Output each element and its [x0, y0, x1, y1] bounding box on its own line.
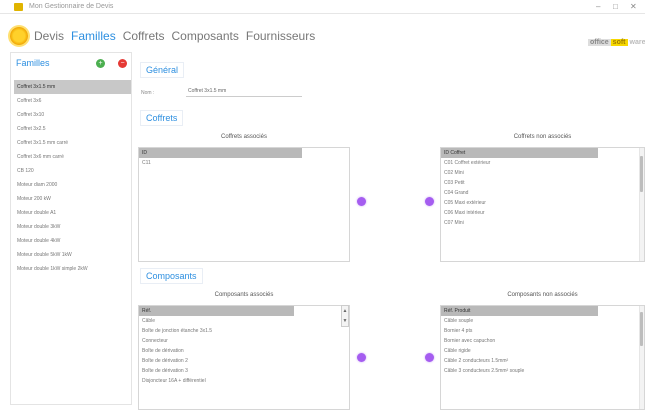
unassociated-composants-list: Réf. Produit Câble souple Bornier 4 pts … — [440, 305, 645, 410]
list-item[interactable]: Câble 3 conducteurs 2.5mm² souple — [441, 366, 644, 376]
list-item[interactable]: Câble 2 conducteurs 1.5mm² — [441, 356, 644, 366]
general-section-label: Général — [140, 62, 185, 78]
list-item[interactable]: Boîte de dérivation 3 — [139, 366, 349, 376]
app-icon — [14, 2, 23, 11]
associated-composants-list: Réf. Câble Boîte de jonction étanche 3x1… — [138, 305, 350, 410]
family-item[interactable]: Moteur double 5kW 1kW — [14, 248, 131, 262]
minimize-icon[interactable]: – — [596, 2, 600, 12]
associated-composants-title: Composants associés — [214, 292, 274, 298]
add-coffret-arrow-icon[interactable] — [425, 197, 434, 206]
family-item[interactable]: Coffret 3x6 mm carré — [14, 150, 131, 164]
list-item[interactable]: Câble rigide — [441, 346, 644, 356]
family-item[interactable]: Moteur diam 2000 — [14, 178, 131, 192]
list-item[interactable]: C07 Mini — [441, 218, 644, 228]
delete-family-button[interactable]: − — [118, 59, 127, 68]
add-family-button[interactable]: + — [96, 59, 105, 68]
list-item[interactable]: Connecteur — [139, 336, 349, 346]
unassociated-coffrets-title: Coffrets non associés — [513, 134, 572, 140]
remove-composant-arrow-icon[interactable] — [357, 353, 366, 362]
list-item[interactable]: C05 Maxi extérieur — [441, 198, 644, 208]
family-item[interactable]: Moteur double 3kW — [14, 220, 131, 234]
list-item[interactable]: Bornier avec capuchon — [441, 336, 644, 346]
associated-coffrets-list: ID C11 — [138, 147, 350, 262]
add-composant-arrow-icon[interactable] — [425, 353, 434, 362]
list-item[interactable]: Disjoncteur 16A + différentiel — [139, 376, 349, 386]
list-item[interactable]: C03 Petit — [441, 178, 644, 188]
name-label: Nom : — [141, 90, 155, 96]
family-item[interactable]: Coffret 3x1.5 mm — [14, 80, 131, 94]
list-item[interactable]: C01 Coffret extérieur — [441, 158, 644, 168]
unassociated-composants-title: Composants non associés — [507, 292, 578, 298]
list-header[interactable]: Réf. Produit — [441, 306, 598, 316]
associated-coffrets-title: Coffrets associés — [221, 134, 267, 140]
menu-fournisseurs[interactable]: Fournisseurs — [246, 29, 315, 43]
quantity-stepper[interactable]: ▲ ▼ — [341, 305, 349, 327]
remove-coffret-arrow-icon[interactable] — [357, 197, 366, 206]
family-item[interactable]: Moteur double 1kW simple 2kW — [14, 262, 131, 276]
menu-devis[interactable]: Devis — [34, 29, 64, 43]
list-item[interactable]: C04 Grand — [441, 188, 644, 198]
families-panel: Familles + − Coffret 3x1.5 mm Coffret 3x… — [10, 52, 132, 405]
maximize-icon[interactable]: □ — [613, 2, 618, 12]
families-list: Coffret 3x1.5 mm Coffret 3x6 Coffret 3x1… — [14, 80, 131, 276]
main-menu: Devis Familles Coffrets Composants Fourn… — [10, 22, 322, 50]
family-item[interactable]: Moteur double 4kW — [14, 234, 131, 248]
close-icon[interactable]: ✕ — [630, 2, 637, 12]
family-item[interactable]: CB 120 — [14, 164, 131, 178]
menu-composants[interactable]: Composants — [171, 29, 238, 43]
list-item[interactable]: Boîte de jonction étanche 3x1.5 — [139, 326, 349, 336]
coffrets-scrollbar[interactable] — [639, 148, 644, 261]
list-item[interactable]: Câble souple — [441, 316, 644, 326]
family-item[interactable]: Moteur 200 kW — [14, 192, 131, 206]
family-item[interactable]: Coffret 3x2.5 — [14, 122, 131, 136]
sun-logo-icon — [10, 27, 28, 45]
list-item[interactable]: Boîte de dérivation — [139, 346, 349, 356]
window-title: Mon Gestionnaire de Devis — [29, 3, 114, 10]
list-header[interactable]: ID — [139, 148, 302, 158]
family-item[interactable]: Coffret 3x1.5 mm carré — [14, 136, 131, 150]
list-header[interactable]: ID Coffret — [441, 148, 598, 158]
composants-scrollbar[interactable] — [639, 306, 644, 409]
name-input[interactable] — [186, 86, 302, 97]
list-item[interactable]: C02 Mini — [441, 168, 644, 178]
unassociated-coffrets-list: ID Coffret C01 Coffret extérieur C02 Min… — [440, 147, 645, 262]
list-item[interactable]: C06 Maxi intérieur — [441, 208, 644, 218]
family-item[interactable]: Coffret 3x10 — [14, 108, 131, 122]
family-item[interactable]: Coffret 3x6 — [14, 94, 131, 108]
menu-coffrets[interactable]: Coffrets — [123, 29, 165, 43]
family-item[interactable]: Moteur double A1 — [14, 206, 131, 220]
window-titlebar: Mon Gestionnaire de Devis – □ ✕ — [0, 0, 645, 14]
list-item[interactable]: C11 — [139, 158, 349, 168]
list-item[interactable]: Boîte de dérivation 2 — [139, 356, 349, 366]
list-header[interactable]: Réf. — [139, 306, 294, 316]
families-header: Familles — [16, 58, 50, 68]
composants-section-label: Composants — [140, 268, 203, 284]
list-item[interactable]: Bornier 4 pts — [441, 326, 644, 336]
menu-familles[interactable]: Familles — [71, 29, 116, 43]
company-logo: office soft ware — [588, 38, 645, 46]
list-item[interactable]: Câble — [139, 316, 349, 326]
coffrets-section-label: Coffrets — [140, 110, 184, 126]
